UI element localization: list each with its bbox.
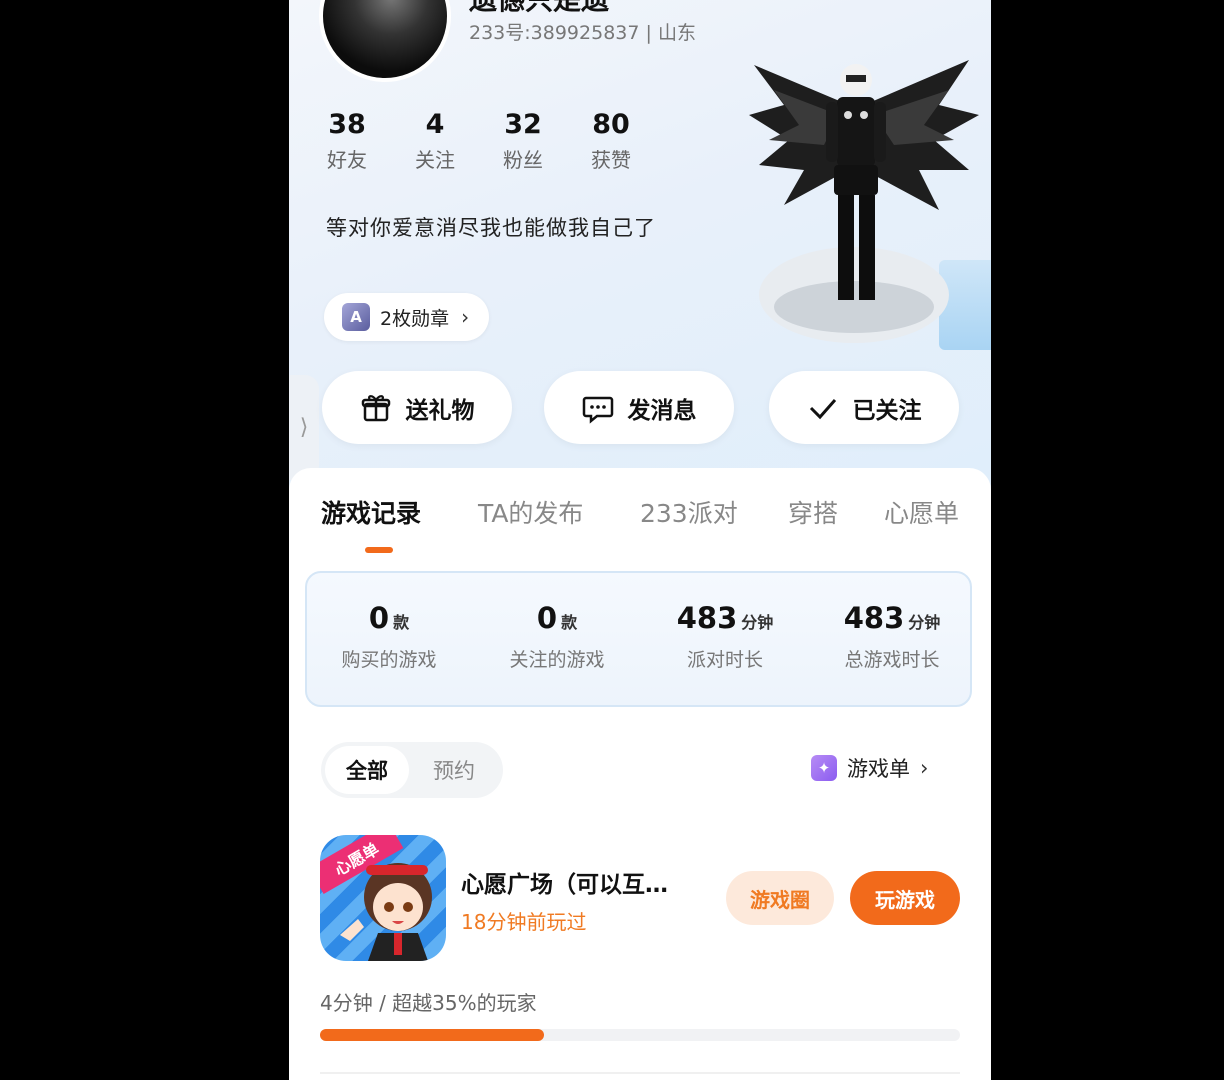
game-list-link[interactable]: ✦ 游戏单 › [811,753,928,783]
tab-party[interactable]: 233派对 [640,494,738,530]
stat-value: 4 [425,109,445,140]
divider [320,1072,960,1074]
followed-label: 已关注 [852,397,922,424]
tab-game-records[interactable]: 游戏记录 [321,494,421,530]
game-list-label: 游戏单 [847,757,910,781]
stat-followed-games: 0款 关注的游戏 [477,601,637,672]
game-filter-toggle: 全部 预约 [321,742,503,798]
stat-label: 总游戏时长 [844,649,940,671]
stat-friends[interactable]: 38 好友 [312,108,382,173]
followed-button[interactable]: 已关注 [769,371,959,444]
stat-value: 32 [504,109,542,140]
chat-bubble-icon [582,396,613,424]
tab-outfits[interactable]: 穿搭 [788,494,838,530]
stat-value: 80 [592,109,630,140]
stat-total-play-time: 483 分钟 总游戏时长 [812,601,972,672]
side-drawer-handle[interactable]: ⟩ [289,375,319,480]
stat-party-time: 483 分钟 派对时长 [645,601,805,672]
stat-value: 483 [843,601,905,635]
chevron-right-icon: › [461,305,470,329]
stat-label: 关注 [415,148,455,172]
game-mascot-icon [340,863,432,961]
stat-purchased-games: 0款 购买的游戏 [309,601,469,672]
active-tab-indicator [365,547,393,553]
gift-icon [361,394,390,421]
stat-label: 购买的游戏 [341,649,437,671]
game-stats-panel: 0款 购买的游戏 0款 关注的游戏 483 分钟 派对时长 483 分钟 总游戏时长 [305,571,972,707]
stat-unit: 分钟 [741,613,774,632]
stat-unit: 分钟 [908,613,941,632]
send-message-button[interactable]: 发消息 [544,371,734,444]
play-game-button[interactable]: 玩游戏 [850,871,960,925]
stat-unit: 款 [561,613,578,632]
stat-fans[interactable]: 32 粉丝 [488,108,558,173]
send-gift-button[interactable]: 送礼物 [322,371,512,444]
play-progress-bar [320,1029,960,1041]
stat-unit: 款 [393,613,410,632]
game-title[interactable]: 心愿广场（可以互… [461,865,668,899]
stat-label: 关注的游戏 [509,649,605,671]
avatar[interactable] [319,0,451,82]
user-name: 遗憾只是遗 [469,0,609,18]
stat-value: 483 [676,601,738,635]
user-id-location: 233号:389925837 | 山东 [469,22,696,44]
play-progress-fill [320,1029,544,1041]
stat-following[interactable]: 4 关注 [400,108,470,173]
game-circle-button[interactable]: 游戏圈 [726,871,834,925]
check-icon [809,398,836,419]
stat-label: 获赞 [591,148,631,172]
medal-icon: A [342,303,370,331]
stat-likes[interactable]: 80 获赞 [576,108,646,173]
game-last-played: 18分钟前玩过 [461,910,587,934]
tab-posts[interactable]: TA的发布 [478,494,583,530]
stat-label: 好友 [327,148,367,172]
filter-all-button[interactable]: 全部 [325,746,409,794]
medal-label: 2枚勋章 [380,307,450,330]
avatar-character[interactable] [744,45,989,345]
chevron-right-icon: › [920,756,929,780]
send-gift-label: 送礼物 [405,397,475,424]
profile-screen: 遗憾只是遗 233号:389925837 | 山东 38 好友 4 关注 32 … [289,0,991,1080]
sparkle-icon: ✦ [811,755,837,781]
filter-reserve-button[interactable]: 预约 [433,742,475,798]
send-message-label: 发消息 [627,397,697,424]
profile-content: 游戏记录 TA的发布 233派对 穿搭 心愿单 0款 购买的游戏 0款 关注的游… [289,468,991,1080]
tab-wishlist[interactable]: 心愿单 [884,494,959,530]
stat-label: 粉丝 [503,148,543,172]
stat-value: 38 [328,109,366,140]
play-summary: 4分钟 / 超越35%的玩家 [320,991,537,1015]
medal-button[interactable]: A 2枚勋章 › [324,293,490,341]
user-bio: 等对你爱意消尽我也能做我自己了 [326,216,656,240]
stat-value: 0 [536,601,558,635]
stat-label: 派对时长 [686,649,763,671]
stat-value: 0 [368,601,390,635]
game-icon[interactable]: 心愿单 [320,835,446,961]
